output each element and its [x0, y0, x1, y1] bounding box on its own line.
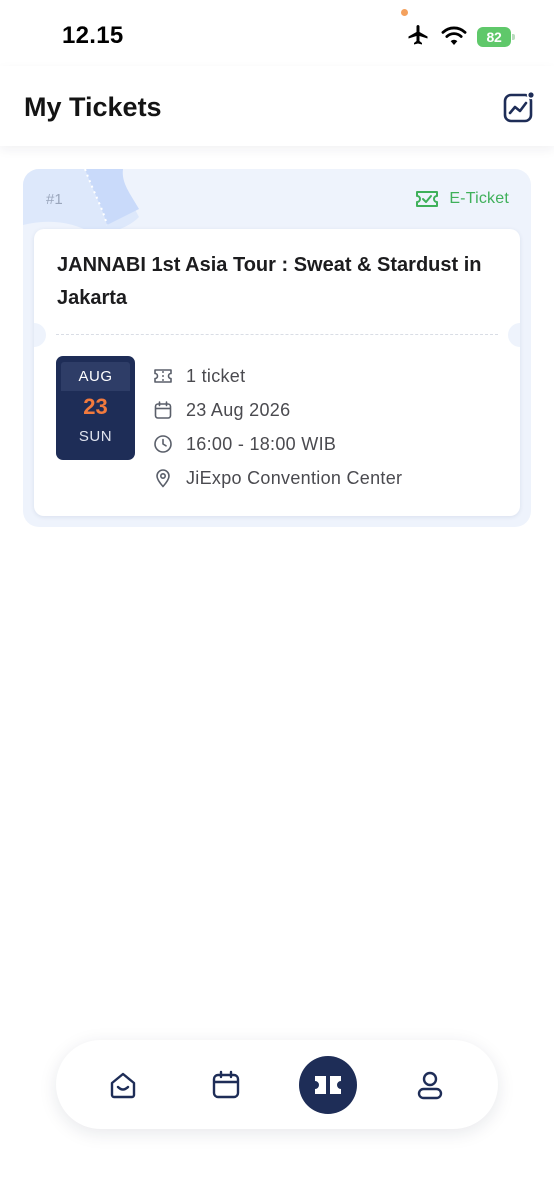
- detail-quantity: 1 ticket: [152, 359, 402, 393]
- calendar-icon: [212, 1070, 240, 1099]
- date-weekday: SUN: [78, 428, 113, 445]
- ticket-body: JANNABI 1st Asia Tour : Sweat & Stardust…: [34, 229, 520, 516]
- ticket-card[interactable]: #1 E-Ticket JANNABI 1st Asia Tour : Swea…: [23, 169, 531, 527]
- event-title: JANNABI 1st Asia Tour : Sweat & Stardust…: [57, 254, 482, 309]
- wifi-icon: [441, 24, 467, 51]
- status-bar: 12.15 82: [0, 0, 554, 66]
- ticket-small-icon: [154, 369, 172, 383]
- chart-button[interactable]: [502, 90, 536, 124]
- eticket-badge: E-Ticket: [415, 189, 509, 209]
- detail-venue: JiExpo Convention Center: [152, 461, 402, 495]
- profile-icon: [417, 1071, 443, 1100]
- date-badge: AUG 23 SUN: [56, 356, 135, 460]
- ticket-number: #1: [46, 191, 63, 208]
- ticket-notch-right: [508, 323, 520, 347]
- nav-profile[interactable]: [401, 1056, 459, 1114]
- calendar-small-icon: [154, 401, 172, 419]
- status-icons: 82: [405, 23, 515, 52]
- chart-icon: [503, 90, 536, 123]
- ticket-divider: [56, 334, 498, 335]
- home-icon: [110, 1072, 136, 1099]
- ticket-notch-left: [34, 323, 46, 347]
- eticket-label: E-Ticket: [449, 190, 509, 207]
- clock-icon: [154, 435, 172, 453]
- bottom-nav: [56, 1040, 498, 1129]
- date-day: 23: [83, 394, 108, 419]
- nav-home[interactable]: [94, 1056, 152, 1114]
- nav-tickets[interactable]: [299, 1056, 357, 1114]
- detail-time: 16:00 - 18:00 WIB: [152, 427, 402, 461]
- status-time: 12.15: [62, 22, 124, 49]
- detail-date: 23 Aug 2026: [152, 393, 402, 427]
- location-pin-icon: [156, 469, 170, 488]
- ticket-icon: [315, 1076, 341, 1094]
- privacy-indicator-dot: [401, 9, 408, 16]
- ticket-venue: JiExpo Convention Center: [186, 467, 403, 488]
- date-month: AUG: [61, 362, 130, 391]
- page-title: My Tickets: [24, 92, 162, 122]
- my-tickets-screen: 12.15 82 My Tickets #1 E-Ticket JANNABI …: [0, 0, 554, 1200]
- ticket-details: 1 ticket 23 Aug 2026 16:00 - 18:00 WIB J…: [152, 359, 402, 495]
- ticket-quantity: 1 ticket: [186, 365, 246, 386]
- app-header: My Tickets: [0, 66, 554, 146]
- ticket-time: 16:00 - 18:00 WIB: [186, 433, 337, 454]
- battery-icon: 82: [477, 27, 515, 47]
- ticket-date: 23 Aug 2026: [186, 399, 291, 420]
- airplane-icon: [405, 23, 431, 52]
- eticket-icon: [416, 191, 439, 207]
- nav-calendar[interactable]: [197, 1056, 255, 1114]
- battery-level: 82: [486, 29, 502, 45]
